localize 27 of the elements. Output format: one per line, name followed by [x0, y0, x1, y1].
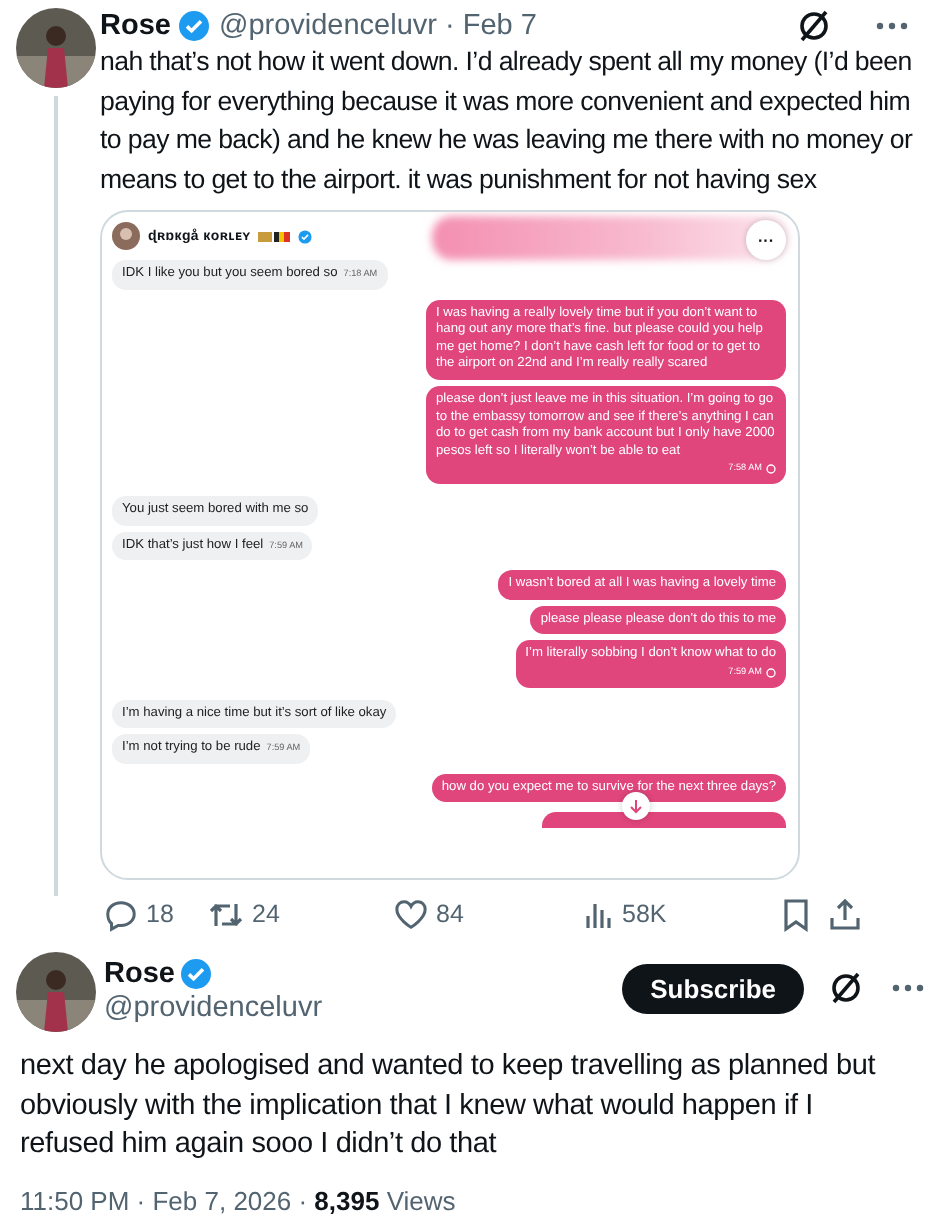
post-timestamp: 11:50 PM · Feb 7, 2026 · 8,395 Views — [20, 1185, 458, 1216]
bookmark-icon — [782, 897, 810, 931]
heart-icon — [394, 898, 428, 930]
contact-avatar — [112, 222, 140, 250]
retweet-button[interactable]: 24 — [208, 897, 394, 931]
post-date[interactable]: · Feb 7 — [445, 10, 537, 42]
avatar[interactable] — [16, 8, 96, 88]
subscribe-button[interactable]: Subscribe — [622, 964, 804, 1014]
chat-screenshot[interactable] — [100, 210, 800, 880]
reply-button[interactable]: 18 — [104, 897, 208, 931]
like-button[interactable]: 84 — [394, 898, 584, 930]
author-handle[interactable]: @providenceluvr — [218, 10, 437, 42]
more-icon[interactable] — [892, 984, 924, 992]
post-text: nah that’s not how it went down. I’d already spent all my money (I’d been paying for everything because it was more convenient and expected him to pay me back) and he knew he was leaving me there with no money or means to get to the airport. it was punishment for not having sex — [100, 44, 915, 198]
flag-icon — [258, 231, 291, 241]
post-text: next day he apologised and wanted to keep travelling as planned but obviously with the implication that I knew what would happen if I refused him again sooo I didn’t do that — [20, 1048, 878, 1165]
reply-icon — [104, 897, 138, 931]
status-circle-icon — [766, 464, 776, 475]
more-icon[interactable] — [876, 22, 908, 30]
author-name[interactable]: Rose — [104, 958, 175, 990]
author-name[interactable]: Rose — [100, 10, 171, 42]
avatar[interactable] — [16, 952, 96, 1032]
bar-chart-icon — [584, 898, 614, 930]
views-button[interactable]: 58K — [584, 898, 782, 930]
status-circle-icon — [766, 667, 776, 678]
share-icon — [828, 897, 862, 931]
author-handle[interactable]: @providenceluvr — [104, 992, 323, 1024]
